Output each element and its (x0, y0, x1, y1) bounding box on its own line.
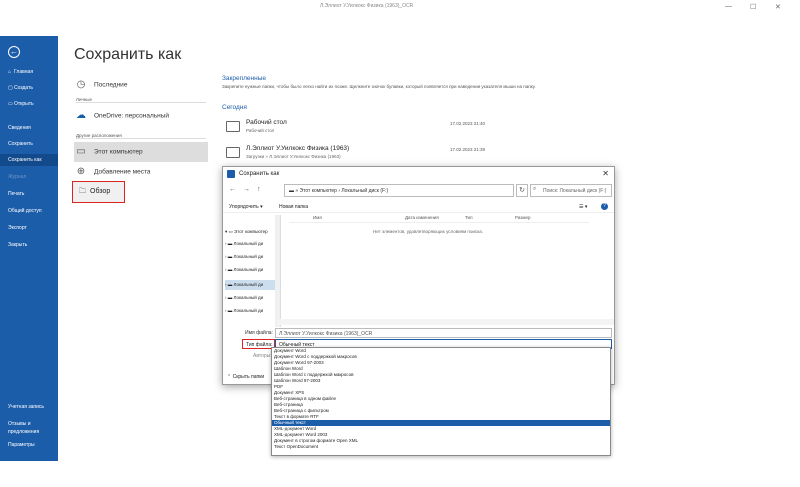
forward-arrow-icon[interactable]: → (243, 186, 250, 193)
refresh-icon[interactable]: ↻ (516, 184, 528, 197)
view-options-icon[interactable]: ☰ ▾ (579, 204, 587, 210)
location-this-pc[interactable]: ▭ Этот компьютер (74, 142, 208, 162)
filename-field[interactable]: Л.Эллиот У.Уилкокс Физика (1963)_OCR (275, 328, 612, 338)
sidebar-item-feedback[interactable]: Отзывы и предложения (0, 420, 50, 436)
sidebar-item-share[interactable]: Общий доступ (0, 207, 58, 215)
recent-folder-item[interactable]: Рабочий стол Рабочий стол 17.02.2023 21:… (222, 117, 522, 139)
tree-item-this-pc[interactable]: ▾ ▭ Этот компьютер (225, 227, 281, 237)
close-icon[interactable]: ✕ (602, 169, 609, 178)
folder-icon (226, 121, 240, 132)
section-personal: Личные (76, 97, 206, 103)
sidebar-item-account[interactable]: Учетная запись (0, 403, 58, 411)
tree-item-drive[interactable]: › ▬ Локальный ди (225, 280, 281, 290)
up-arrow-icon[interactable]: ↑ (257, 186, 261, 193)
sidebar-item-new[interactable]: ▢Создать (0, 84, 58, 92)
location-onedrive[interactable]: ☁ OneDrive: персональный (74, 110, 208, 122)
sidebar-item-close[interactable]: Закрыть (0, 241, 58, 249)
cloud-icon: ☁ (76, 110, 86, 121)
search-input[interactable]: ⌕ Поиск: Локальный диск (F:) (530, 184, 612, 197)
column-date[interactable]: Дата изменения (405, 215, 439, 220)
help-icon[interactable]: ? (601, 203, 608, 210)
tree-item-drive[interactable]: › ▬ Локальный ди (225, 252, 281, 262)
authors-label: Авторы: (253, 353, 272, 359)
search-icon: ⌕ (533, 186, 537, 192)
horizontal-scrollbar[interactable] (277, 319, 614, 325)
clock-icon: ◷ (76, 79, 86, 90)
pinned-title: Закрепленные (222, 75, 267, 82)
window-title: Л.Эллиот У.Уилкокс Физика (1963)_OCR (320, 3, 414, 9)
bottom-bar (0, 461, 800, 487)
location-recent[interactable]: ◷ Последние (74, 79, 208, 91)
window-titlebar: Л.Эллиот У.Уилкокс Физика (1963)_OCR — ☐… (0, 0, 800, 22)
computer-icon: ▭ (76, 146, 86, 157)
dialog-nav-row: ← → ↑ ▬ » Этот компьютер › Локальный дис… (227, 184, 612, 198)
filetype-option[interactable]: Текст OpenDocument (272, 444, 610, 450)
today-title: Сегодня (222, 104, 247, 111)
sidebar-item-options[interactable]: Параметры (0, 441, 58, 449)
tree-item-drive[interactable]: › ▬ Локальный ди (225, 293, 281, 303)
column-name[interactable]: Имя (313, 215, 322, 220)
address-bar[interactable]: ▬ » Этот компьютер › Локальный диск (F:) (284, 184, 514, 197)
tree-scrollbar[interactable] (275, 215, 280, 327)
filename-label: Имя файла: (245, 330, 273, 336)
empty-list-message: Нет элементов, удовлетворяющих условиям … (373, 229, 483, 234)
page-title: Сохранить как (74, 46, 182, 63)
new-folder-button[interactable]: Новая папка (279, 204, 308, 210)
sidebar-item-home[interactable]: ⌂ Главная (0, 68, 58, 76)
column-type[interactable]: Тип (465, 215, 473, 220)
sidebar-item-save-as[interactable]: Сохранить как (0, 154, 58, 166)
back-arrow-icon[interactable]: ← (229, 186, 236, 193)
dialog-titlebar: Сохранить как ✕ (223, 167, 614, 181)
maximize-icon[interactable]: ☐ (750, 3, 756, 11)
sidebar-item-save[interactable]: Сохранить (0, 140, 58, 148)
tree-item-drive[interactable]: › ▬ Локальный ди (225, 239, 281, 249)
backstage-sidebar: ← ⌂ Главная ▢Создать ▭Открыть Сведения Со… (0, 36, 58, 461)
recent-folder-item[interactable]: Л.Эллиот У.Уилкокс Физика (1963) Загрузк… (222, 143, 522, 165)
sidebar-item-info[interactable]: Сведения (0, 124, 58, 132)
globe-icon: ⊕ (76, 166, 86, 177)
minimize-icon[interactable]: — (725, 3, 732, 10)
pinned-description: Закрепите нужные папки, чтобы было легко… (222, 84, 536, 89)
app-window: Л.Эллиот У.Уилкокс Физика (1963)_OCR — ☐… (0, 0, 800, 487)
word-icon (227, 170, 235, 178)
tree-item-drive[interactable]: › ▬ Локальный ди (225, 306, 281, 316)
column-size[interactable]: Размер (515, 215, 530, 220)
file-list-header: Имя Дата изменения Тип Размер (289, 215, 589, 223)
folder-icon: 🗀 (79, 188, 86, 195)
location-add-place[interactable]: ⊕ Добавление места (74, 166, 208, 178)
folder-icon (226, 147, 240, 158)
close-icon[interactable]: ✕ (775, 3, 781, 11)
back-arrow-icon[interactable]: ← (8, 46, 20, 58)
dialog-title: Сохранить как (239, 171, 280, 177)
hide-folders-toggle[interactable]: ⌃ Скрыть папки (227, 374, 264, 380)
filetype-dropdown-list: Документ Word Документ Word с поддержкой … (271, 347, 611, 456)
organize-button[interactable]: Упорядочить ▾ (229, 204, 263, 210)
tree-item-drive[interactable]: › ▬ Локальный ди (225, 265, 281, 275)
section-other: Другие расположения (76, 133, 206, 139)
sidebar-item-open[interactable]: ▭Открыть (0, 100, 58, 108)
sidebar-item-print[interactable]: Печать (0, 190, 58, 198)
browse-button[interactable]: 🗀 Обзор (72, 181, 125, 203)
sidebar-item-history[interactable]: Журнал (0, 173, 58, 181)
navigation-tree: ▾ ▭ Этот компьютер › ▬ Локальный ди › ▬ … (223, 215, 281, 327)
dialog-toolbar: Упорядочить ▾ Новая папка ☰ ▾ ? (223, 203, 614, 213)
sidebar-item-export[interactable]: Экспорт (0, 224, 58, 232)
